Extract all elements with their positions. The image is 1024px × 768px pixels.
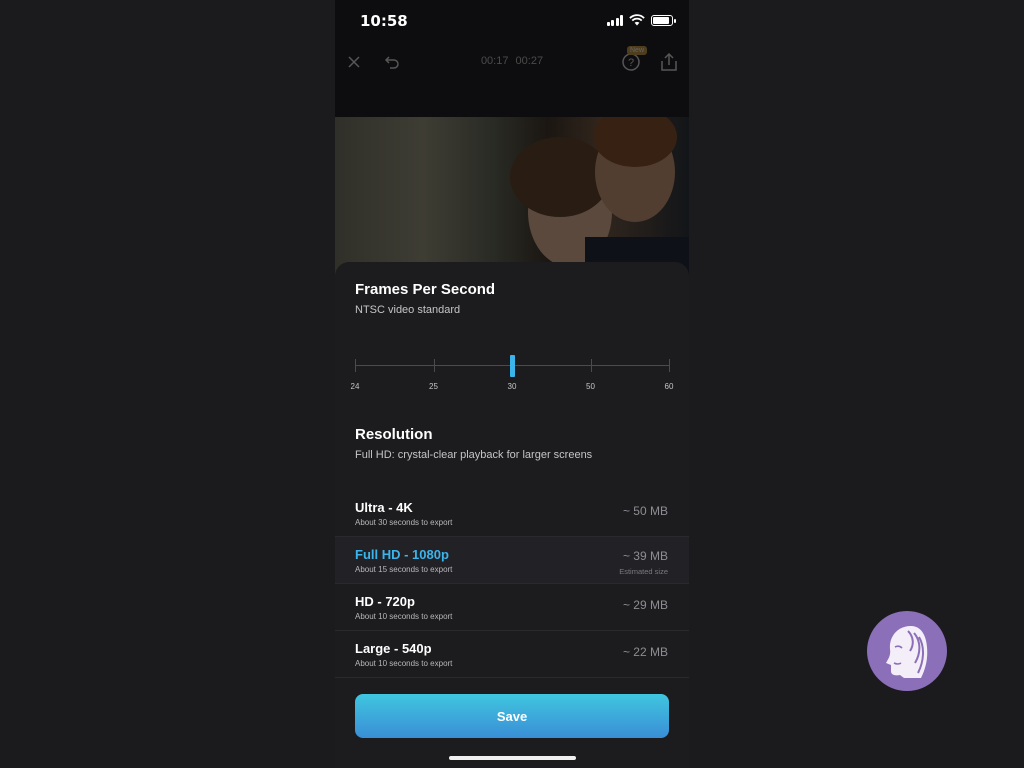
fps-subtitle: NTSC video standard xyxy=(355,304,461,316)
export-time: About 10 seconds to export xyxy=(355,659,453,668)
slider-tick xyxy=(355,359,356,372)
resolution-name: Full HD - 1080p xyxy=(355,547,449,562)
fps-option-label[interactable]: 24 xyxy=(351,382,360,391)
fps-option-label[interactable]: 60 xyxy=(665,382,674,391)
cellular-signal-icon xyxy=(606,14,623,26)
fps-title: Frames Per Second xyxy=(355,281,496,298)
export-settings-sheet: Frames Per Second NTSC video standard 24… xyxy=(335,262,689,768)
resolution-option-4k[interactable]: Ultra - 4K About 30 seconds to export ~ … xyxy=(335,490,689,537)
resolution-title: Resolution xyxy=(355,426,433,443)
battery-level xyxy=(653,16,670,24)
video-preview xyxy=(335,117,689,277)
slider-tick xyxy=(669,359,670,372)
face-profile-icon xyxy=(886,626,928,678)
status-time: 10:58 xyxy=(360,12,408,30)
export-time: About 30 seconds to export xyxy=(355,518,453,527)
slider-tick xyxy=(590,359,592,372)
slider-thumb[interactable] xyxy=(510,355,515,377)
file-size: ~ 22 MB xyxy=(622,645,668,659)
file-size: ~ 50 MB xyxy=(622,504,668,518)
slider-tick xyxy=(433,359,435,372)
save-button[interactable]: Save xyxy=(355,694,669,738)
resolution-option-540p[interactable]: Large - 540p About 10 seconds to export … xyxy=(335,631,689,678)
resolution-name: HD - 720p xyxy=(355,594,415,609)
share-icon[interactable] xyxy=(657,50,681,74)
resolution-option-1080p[interactable]: Full HD - 1080p About 15 seconds to expo… xyxy=(335,537,689,584)
current-time: 00:17 xyxy=(480,55,509,67)
fps-option-label[interactable]: 50 xyxy=(586,382,595,391)
wifi-icon xyxy=(629,14,645,26)
phone-screen: 10:58 00:17 00:27 ? New Frames Per Secon… xyxy=(335,0,689,768)
fps-option-label[interactable]: 30 xyxy=(508,382,517,391)
assistant-avatar[interactable] xyxy=(867,611,947,691)
estimated-size-note: Estimated size xyxy=(619,567,668,576)
fps-option-label[interactable]: 25 xyxy=(429,382,438,391)
fps-slider[interactable]: 24 25 30 50 60 xyxy=(351,354,673,394)
file-size: ~ 39 MB xyxy=(622,549,668,563)
total-time: 00:27 xyxy=(515,55,544,67)
status-icons xyxy=(606,14,676,26)
new-badge: New xyxy=(627,46,648,55)
editor-toolbar: 00:17 00:27 ? New xyxy=(335,44,689,80)
export-time: About 10 seconds to export xyxy=(355,612,453,621)
resolution-option-720p[interactable]: HD - 720p About 10 seconds to export ~ 2… xyxy=(335,584,689,631)
file-size: ~ 29 MB xyxy=(622,598,668,612)
battery-icon xyxy=(651,14,676,26)
export-time: About 15 seconds to export xyxy=(355,565,453,574)
resolution-name: Large - 540p xyxy=(355,641,432,656)
status-bar: 10:58 xyxy=(335,0,689,44)
home-indicator xyxy=(449,756,576,760)
resolution-list: Ultra - 4K About 30 seconds to export ~ … xyxy=(335,490,689,678)
video-dim-overlay xyxy=(335,117,689,277)
resolution-subtitle: Full HD: crystal-clear playback for larg… xyxy=(355,449,593,461)
svg-text:?: ? xyxy=(628,57,634,69)
resolution-name: Ultra - 4K xyxy=(355,500,413,515)
